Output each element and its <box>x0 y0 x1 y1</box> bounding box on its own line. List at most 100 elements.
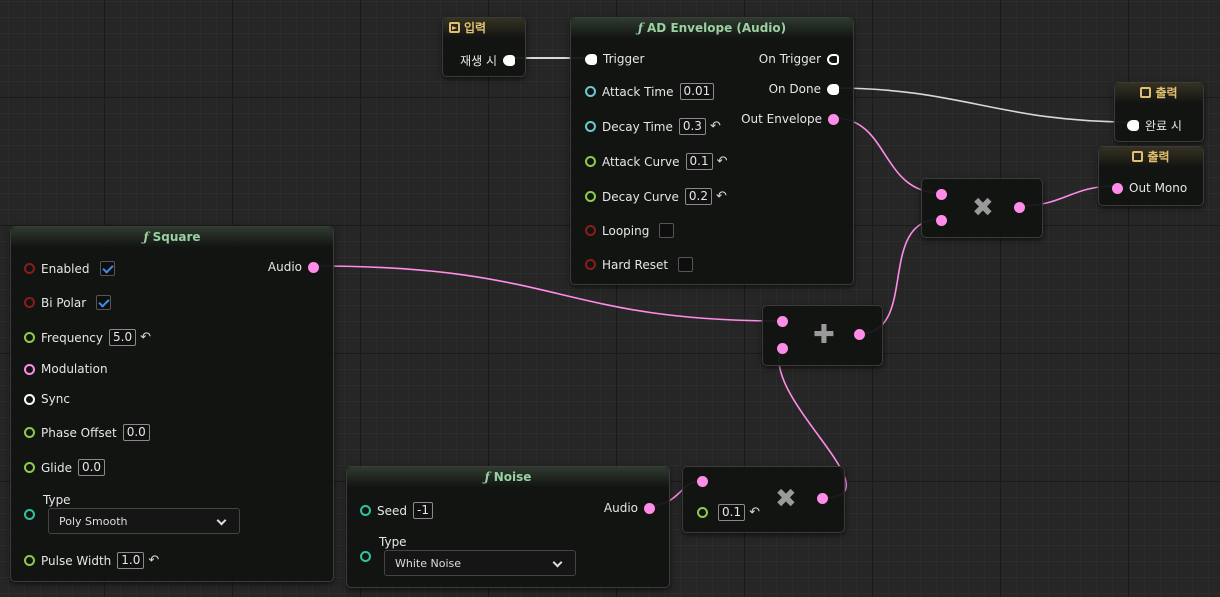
square-node[interactable]: ƒ Square Enabled Bi Polar Frequency 5.0 ↶… <box>10 226 334 582</box>
attack-time-input[interactable]: 0.01 <box>679 83 715 100</box>
square-title: Square <box>152 230 201 244</box>
pulse-width-input[interactable]: 1.0 <box>117 552 145 569</box>
seed-pin[interactable]: Seed -1 <box>360 502 433 519</box>
decay-curve-label: Decay Curve <box>602 189 679 204</box>
looping-pin[interactable]: Looping <box>585 223 675 238</box>
multiply-scalar-input[interactable]: 0.1 <box>718 504 746 521</box>
output-done-node[interactable]: 출력 완료 시 <box>1114 82 1204 142</box>
exec-pin-icon[interactable] <box>827 53 839 65</box>
square-audio-out-pin[interactable]: Audio <box>262 260 319 274</box>
ad-envelope-node[interactable]: ƒ AD Envelope (Audio) Trigger Attack Time… <box>570 17 854 285</box>
int-pin-icon[interactable] <box>360 505 371 516</box>
play-pin[interactable]: 재생 시 <box>454 52 515 69</box>
audio-pin-icon[interactable] <box>1014 202 1025 213</box>
trigger-pin[interactable]: Trigger <box>585 52 650 66</box>
trigger-pin-icon[interactable] <box>24 393 35 405</box>
seed-input[interactable]: -1 <box>413 502 433 519</box>
reset-arrow-icon[interactable]: ↶ <box>140 330 151 345</box>
enabled-pin[interactable]: Enabled <box>24 261 115 276</box>
audio-pin-icon[interactable] <box>828 113 839 125</box>
enabled-checkbox[interactable] <box>99 261 115 276</box>
multiply-bottom-node[interactable]: 0.1 ↶ ✖ <box>682 466 845 533</box>
float-pin-icon[interactable] <box>24 427 35 438</box>
float-pin-icon[interactable] <box>585 156 596 167</box>
decay-curve-input[interactable]: 0.2 <box>684 188 712 205</box>
phase-offset-pin[interactable]: Phase Offset 0.0 <box>24 424 150 441</box>
hard-reset-pin[interactable]: Hard Reset <box>585 257 694 272</box>
decay-time-input[interactable]: 0.3 <box>678 118 706 135</box>
attack-curve-input[interactable]: 0.1 <box>685 153 713 170</box>
glide-pin[interactable]: Glide 0.0 <box>24 459 106 476</box>
add-node[interactable]: ✚ <box>762 305 883 366</box>
exec-pin-icon[interactable] <box>503 55 515 66</box>
modulation-pin[interactable]: Modulation <box>24 362 114 376</box>
enum-pin-icon[interactable] <box>360 551 371 562</box>
frequency-input[interactable]: 5.0 <box>109 329 137 346</box>
looping-checkbox[interactable] <box>659 223 675 238</box>
pulse-width-pin[interactable]: Pulse Width 1.0 ↶ <box>24 552 159 569</box>
decay-time-pin[interactable]: Decay Time 0.3 ↶ <box>585 118 721 135</box>
glide-input[interactable]: 0.0 <box>77 459 106 476</box>
hard-reset-checkbox[interactable] <box>678 257 694 272</box>
phase-offset-input[interactable]: 0.0 <box>122 424 150 441</box>
enabled-label: Enabled <box>41 261 90 276</box>
reset-arrow-icon[interactable]: ↶ <box>716 189 727 204</box>
multiply-scalar-pin[interactable]: 0.1 ↶ <box>697 504 760 521</box>
chevron-down-icon <box>552 557 563 568</box>
exec-pin-icon[interactable] <box>1127 120 1139 131</box>
sync-pin[interactable]: Sync <box>24 392 76 406</box>
float-pin-icon[interactable] <box>24 555 35 566</box>
decay-curve-pin[interactable]: Decay Curve 0.2 ↶ <box>585 188 727 205</box>
noise-node[interactable]: ƒ Noise Seed -1 Type White Noise Audio <box>346 466 670 588</box>
attack-time-pin[interactable]: Attack Time 0.01 <box>585 83 715 100</box>
reset-arrow-icon[interactable]: ↶ <box>710 119 721 134</box>
audio-pin-icon[interactable] <box>777 343 788 354</box>
on-trigger-pin[interactable]: On Trigger <box>753 52 839 66</box>
audio-pin-icon[interactable] <box>1112 182 1123 194</box>
exec-pin-icon[interactable] <box>585 53 597 65</box>
frequency-label: Frequency <box>41 330 103 345</box>
bool-pin-icon[interactable] <box>24 263 35 274</box>
attack-curve-pin[interactable]: Attack Curve 0.1 ↶ <box>585 153 728 170</box>
audio-pin-icon[interactable] <box>308 261 319 273</box>
reset-arrow-icon[interactable]: ↶ <box>749 505 760 520</box>
bool-pin-icon[interactable] <box>585 259 596 270</box>
time-pin-icon[interactable] <box>585 121 596 132</box>
exec-pin-icon[interactable] <box>827 83 839 95</box>
input-node[interactable]: 입력 재생 시 <box>442 17 526 77</box>
out-mono-pin[interactable]: Out Mono <box>1112 181 1193 195</box>
float-pin-icon[interactable] <box>697 507 708 518</box>
bool-pin-icon[interactable] <box>24 297 35 308</box>
audio-pin-icon[interactable] <box>936 189 947 200</box>
float-pin-icon[interactable] <box>585 191 596 202</box>
bi-polar-pin[interactable]: Bi Polar <box>24 295 112 310</box>
audio-pin-icon[interactable] <box>644 502 655 514</box>
multiply-top-node[interactable]: ✖ <box>921 178 1043 238</box>
plus-icon: ✚ <box>813 320 835 350</box>
frequency-pin[interactable]: Frequency 5.0 ↶ <box>24 329 151 346</box>
output-mono-node[interactable]: 출력 Out Mono <box>1098 146 1204 206</box>
time-pin-icon[interactable] <box>585 86 596 97</box>
noise-audio-out-pin[interactable]: Audio <box>598 501 655 515</box>
audio-pin-icon[interactable] <box>24 363 35 375</box>
float-pin-icon[interactable] <box>24 462 35 473</box>
audio-pin-icon[interactable] <box>777 316 788 327</box>
reset-arrow-icon[interactable]: ↶ <box>717 154 728 169</box>
audio-pin-icon[interactable] <box>817 493 828 504</box>
audio-pin-icon[interactable] <box>697 476 708 487</box>
audio-pin-icon[interactable] <box>936 215 947 226</box>
seed-label: Seed <box>377 503 407 518</box>
reset-arrow-icon[interactable]: ↶ <box>148 553 159 568</box>
function-icon: ƒ <box>143 230 149 244</box>
square-type-dropdown[interactable]: Poly Smooth <box>48 508 240 534</box>
noise-type-dropdown[interactable]: White Noise <box>384 550 576 576</box>
bool-pin-icon[interactable] <box>585 225 596 236</box>
on-done-pin[interactable]: On Done <box>763 82 839 96</box>
float-pin-icon[interactable] <box>24 332 35 343</box>
audio-pin-icon[interactable] <box>854 329 865 340</box>
on-complete-pin[interactable]: 완료 시 <box>1127 117 1188 134</box>
enum-pin-icon[interactable] <box>24 509 35 520</box>
bi-polar-checkbox[interactable] <box>96 295 112 310</box>
wire-on-done <box>833 87 1132 123</box>
out-envelope-pin[interactable]: Out Envelope <box>735 112 839 126</box>
